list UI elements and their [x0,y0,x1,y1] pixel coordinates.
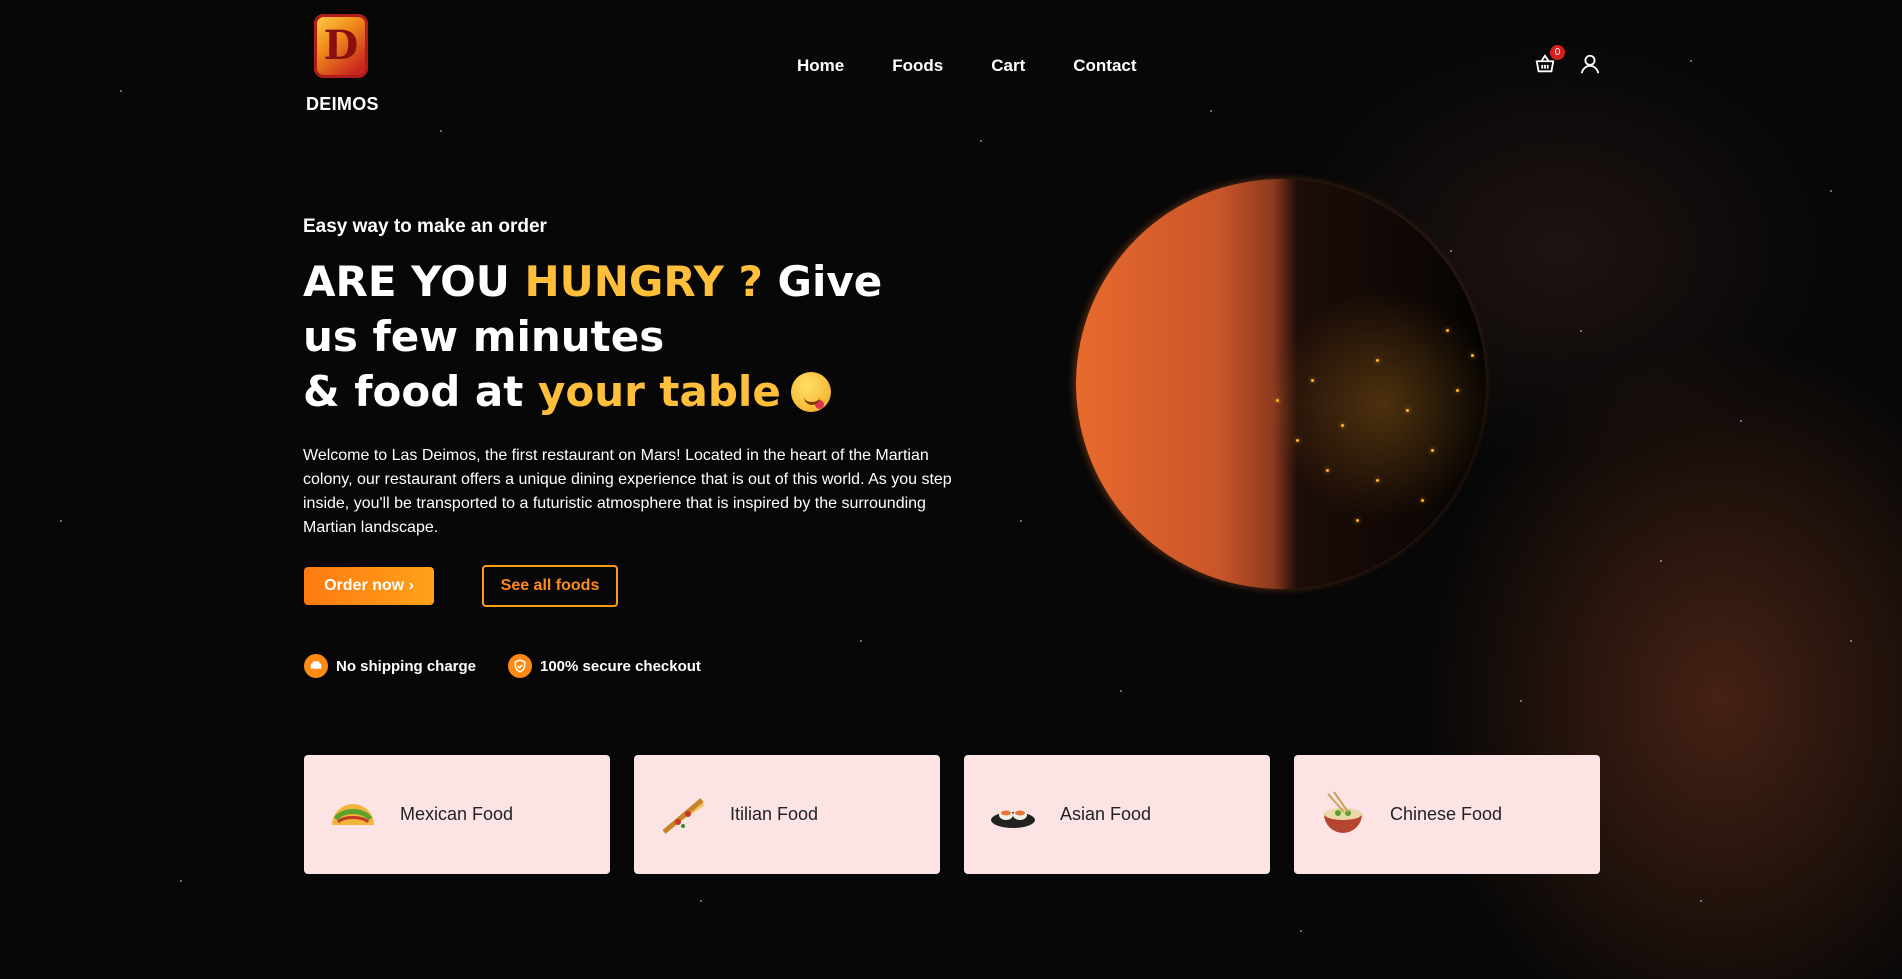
category-card-chinese[interactable]: Chinese Food [1294,755,1600,874]
feature-label: No shipping charge [336,657,477,675]
category-label: Asian Food [1060,804,1152,824]
category-label: Mexican Food [400,804,514,824]
cart-count-badge: 0 [1550,45,1565,60]
car-icon [304,654,328,678]
main-nav: Home Foods Cart Contact [797,56,1137,76]
user-icon [1580,54,1600,74]
brand-name: DEIMOS [306,94,379,114]
nav-contact[interactable]: Contact [1073,56,1136,76]
headline-part2: HUNGRY ? [524,257,763,306]
category-card-asian[interactable]: Asian Food [964,755,1270,874]
hero-headline: ARE YOU HUNGRY ? Give us few minutes & f… [303,254,943,419]
see-all-foods-button[interactable]: See all foods [482,565,618,607]
nav-home[interactable]: Home [797,56,844,76]
feature-no-shipping: No shipping charge [304,654,476,678]
hero-subtitle: Easy way to make an order [303,216,547,237]
pizza-icon [658,792,708,838]
user-button[interactable] [1579,53,1601,75]
yum-emoji-icon [790,372,831,412]
noodle-bowl-icon [1318,790,1368,838]
logo-mark: D [314,14,368,78]
mars-planet-image [1076,179,1486,589]
order-now-button[interactable]: Order now › [304,567,434,605]
category-card-italian[interactable]: Itilian Food [634,755,940,874]
category-list: Mexican Food Itilian Food Asian Food Chi… [304,755,1600,874]
shield-icon [508,654,532,678]
feature-secure-checkout: 100% secure checkout [508,654,701,678]
category-label: Itilian Food [730,804,819,824]
brand-logo[interactable]: D DEIMOS [306,14,379,115]
taco-icon [328,792,378,838]
category-card-mexican[interactable]: Mexican Food [304,755,610,874]
nav-cart[interactable]: Cart [991,56,1025,76]
hero-description: Welcome to Las Deimos, the first restaur… [303,447,952,536]
sushi-icon [988,792,1038,838]
headline-part4: & food at [303,367,538,416]
feature-label: 100% secure checkout [540,657,701,675]
cart-button[interactable]: 0 [1534,45,1565,75]
headline-part1: ARE YOU [303,257,525,306]
category-label: Chinese Food [1390,804,1503,824]
nav-foods[interactable]: Foods [892,56,943,76]
headline-part5: your table [537,367,781,416]
